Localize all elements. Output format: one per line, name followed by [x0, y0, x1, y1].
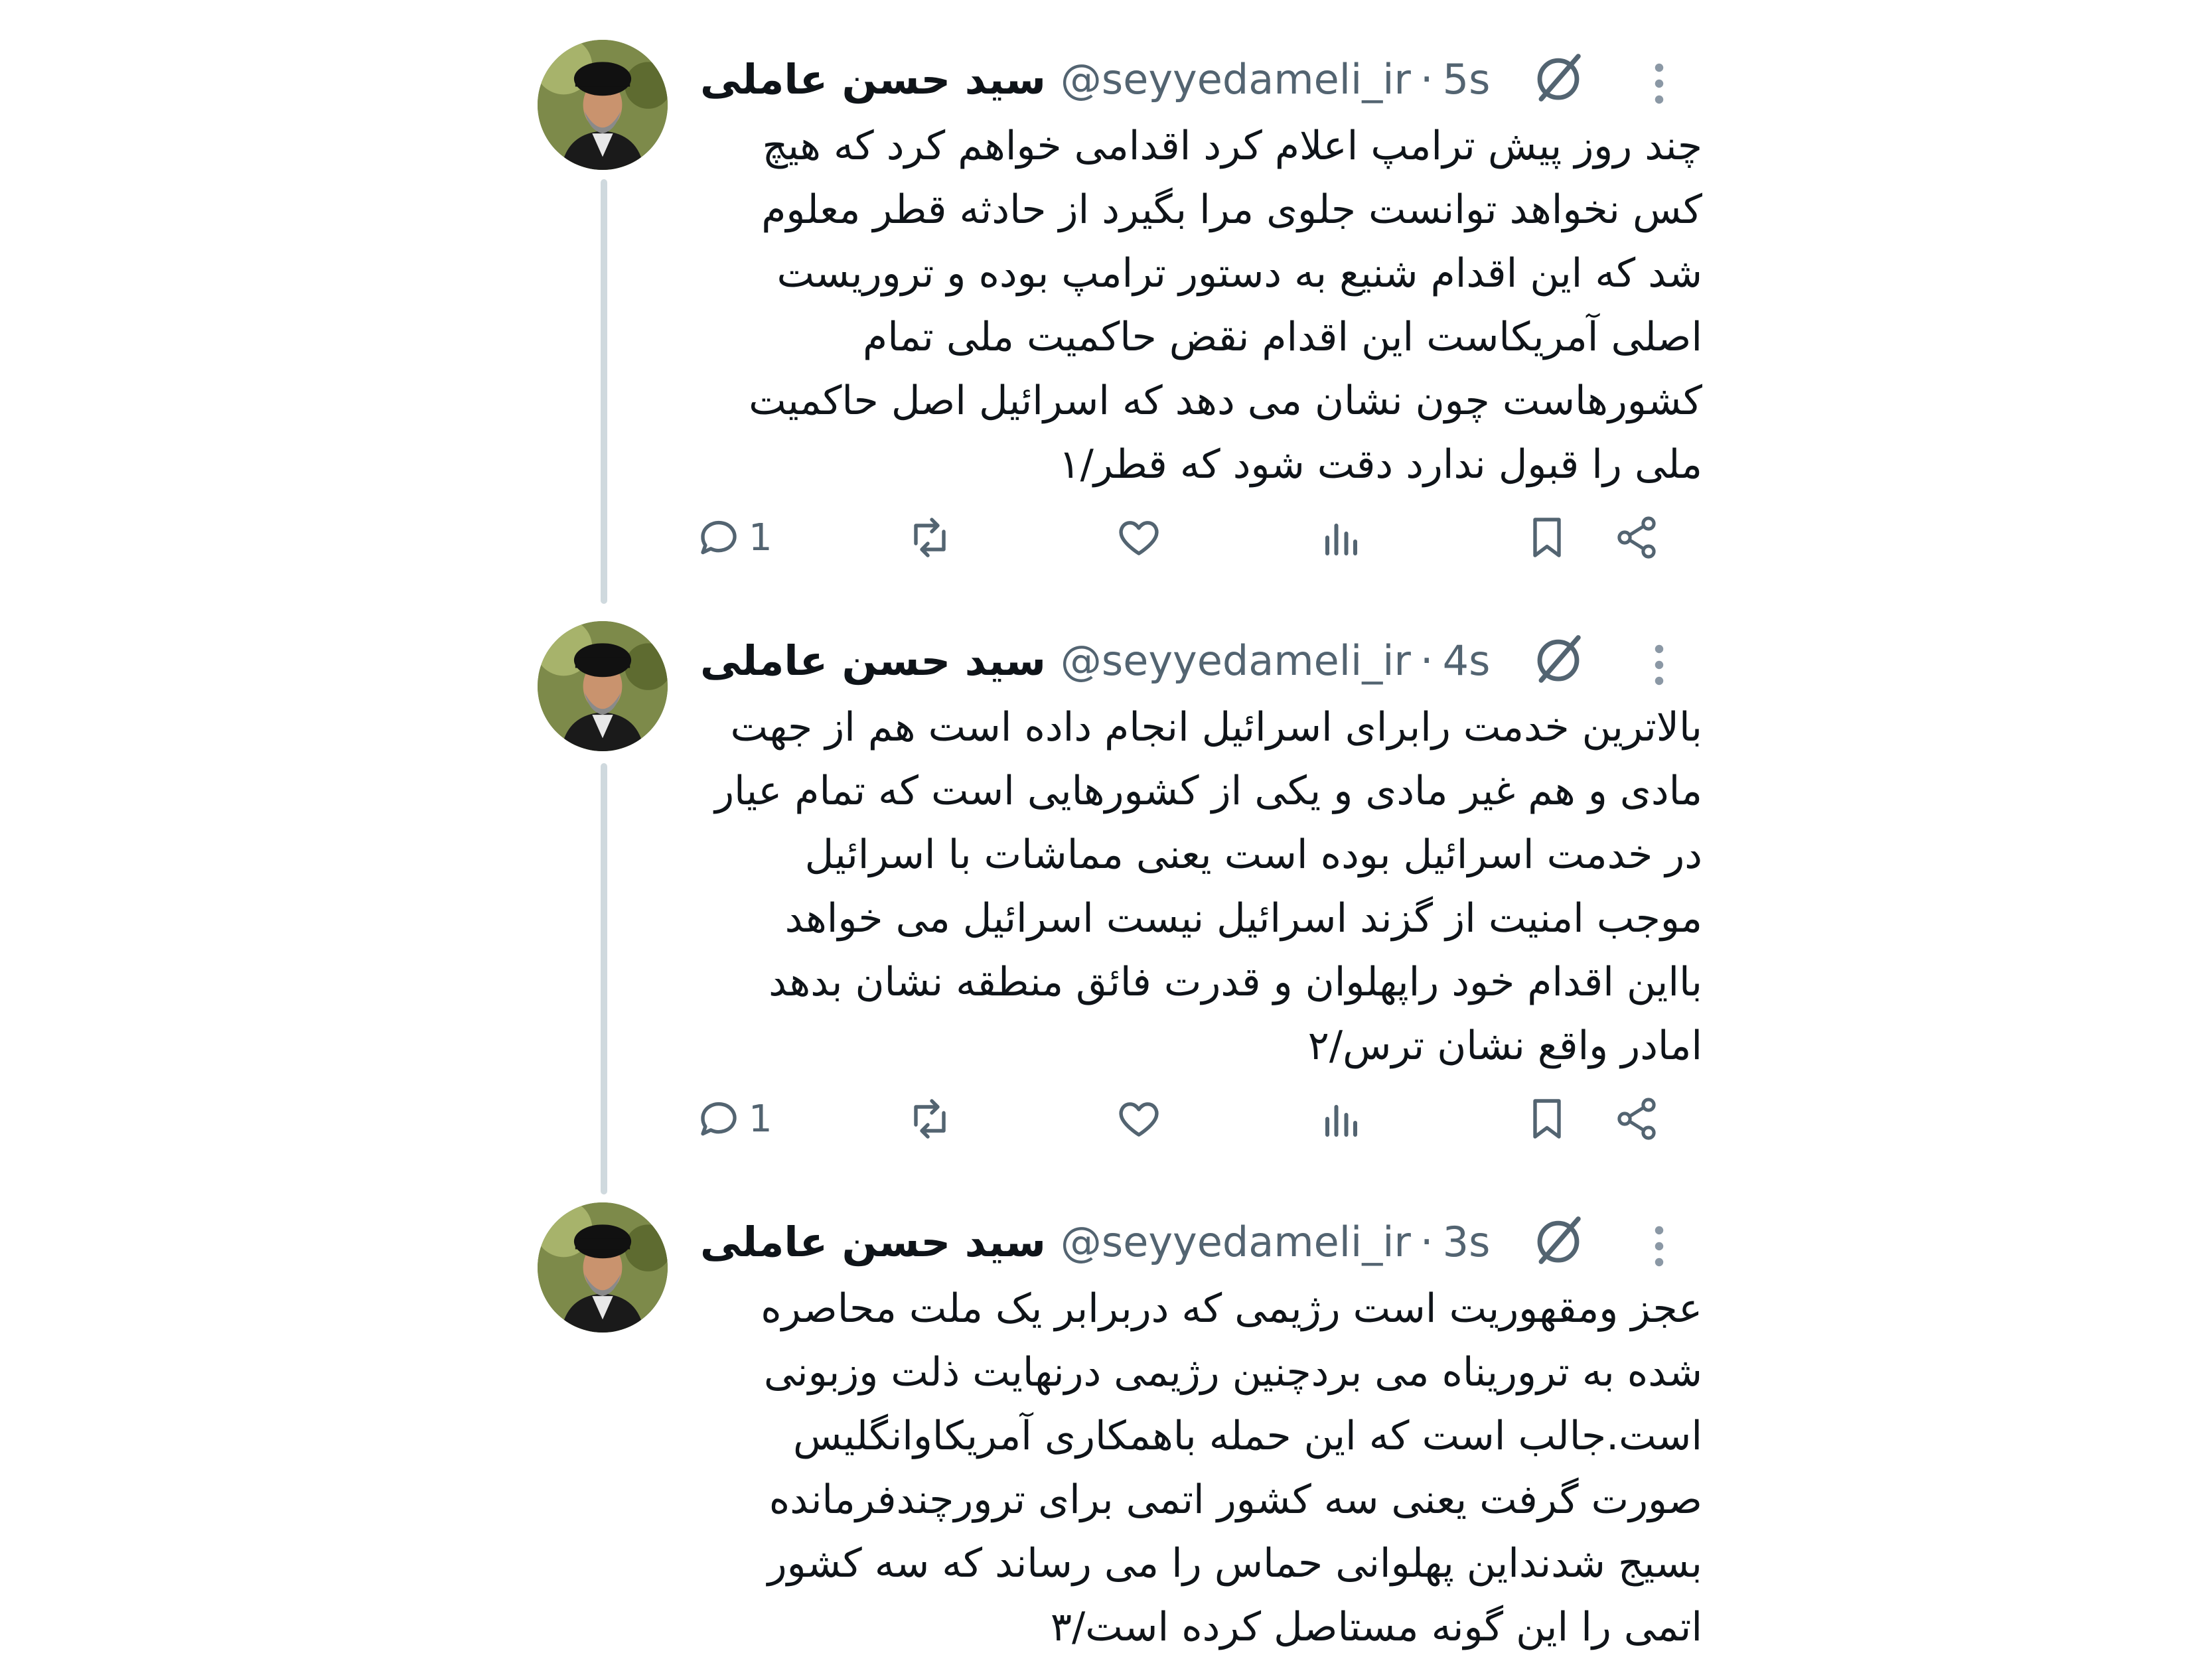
author-handle[interactable]: @seyyedameli_ir	[1061, 636, 1411, 685]
tweet-header: سید حسن عاملی @seyyedameli_ir · 3s	[700, 1205, 1490, 1278]
views-button[interactable]	[1317, 1095, 1365, 1143]
tweet-text-line: است.جالب است که این حمله باهمکاری آمریکا…	[792, 1413, 1702, 1459]
reply-count: 1	[749, 516, 773, 559]
like-icon	[1119, 521, 1159, 555]
separator-dot: ·	[1420, 54, 1434, 104]
author-handle[interactable]: @seyyedameli_ir	[1061, 1218, 1411, 1266]
tweet-text-line: عجز ومقهوریت است رژیمی که دربرابر یک ملت…	[761, 1285, 1702, 1332]
tweet-text-line: موجب امنیت از گزند اسرائیل نیست اسرائیل …	[784, 895, 1702, 942]
bookmark-icon	[1533, 518, 1561, 557]
retweet-icon	[914, 1099, 946, 1139]
tweet-text-line: شد که این اقدام شنیع به دستور ترامپ بوده…	[776, 250, 1702, 297]
reply-button[interactable]: 1	[697, 514, 773, 561]
like-icon	[1119, 1102, 1159, 1137]
grok-icon[interactable]	[1530, 49, 1587, 106]
reply-count: 1	[749, 1097, 773, 1141]
avatar-photo-icon	[538, 621, 668, 751]
tweet-text-line: کس نخواهد توانست جلوی مرا بگیرد از حادثه…	[761, 186, 1702, 233]
tweet-actions: 1	[697, 1086, 1679, 1152]
author-name[interactable]: سید حسن عاملی	[700, 636, 1046, 685]
more-options-icon[interactable]	[1651, 60, 1667, 108]
avatar[interactable]	[538, 40, 668, 170]
share-icon	[1617, 1098, 1656, 1140]
thread-connector-line	[601, 763, 607, 1194]
timestamp[interactable]: 5s	[1443, 55, 1491, 104]
share-button[interactable]	[1613, 514, 1660, 561]
grok-icon[interactable]	[1530, 1212, 1587, 1269]
tweet-text: بالاترین خدمت رابرای اسرائیل انجام داده …	[690, 695, 1702, 1078]
tweet-header: سید حسن عاملی @seyyedameli_ir · 5s	[700, 42, 1490, 115]
tweet-text-line: اتمی را این گونه مستاصل کرده است/۳	[1050, 1604, 1702, 1650]
retweet-button[interactable]	[906, 1095, 954, 1143]
tweet-text-line: چند روز پیش ترامپ اعلام کرد اقدامی خواهم…	[762, 123, 1702, 169]
bookmark-icon	[1533, 1099, 1561, 1139]
author-name[interactable]: سید حسن عاملی	[700, 1218, 1046, 1266]
share-icon	[1617, 516, 1656, 559]
thread-connector-line	[601, 179, 607, 604]
tweet-text-line: بالاترین خدمت رابرای اسرائیل انجام داده …	[730, 704, 1702, 751]
tweet-text-line: شده به تروریناه می بردچنین رژیمی درنهایت…	[763, 1349, 1702, 1396]
like-button[interactable]	[1115, 1095, 1163, 1143]
tweet-text: عجز ومقهوریت است رژیمی که دربرابر یک ملت…	[690, 1277, 1702, 1659]
reply-icon	[701, 1102, 737, 1136]
avatar[interactable]	[538, 1202, 668, 1333]
avatar-photo-icon	[538, 40, 668, 170]
tweet-text-line: صورت گرفت یعنی سه کشور اتمی برای ترورچند…	[769, 1477, 1702, 1523]
timestamp[interactable]: 4s	[1443, 636, 1491, 685]
avatar-photo-icon	[538, 1202, 668, 1333]
separator-dot: ·	[1420, 1217, 1434, 1266]
tweet-actions: 1	[697, 504, 1679, 571]
views-icon	[1325, 1105, 1357, 1137]
avatar[interactable]	[538, 621, 668, 751]
more-options-icon[interactable]	[1651, 641, 1667, 689]
tweet-text-line: کشورهاست چون نشان می دهد که اسرائیل اصل …	[749, 378, 1702, 424]
tweet-text-line: بااین اقدام خود راپهلوان و قدرت فائق منط…	[769, 959, 1702, 1005]
bookmark-button[interactable]	[1523, 1095, 1571, 1143]
like-button[interactable]	[1115, 514, 1163, 561]
tweet-text-line: مادی و هم غیر مادی و یکی از کشورهایی است…	[715, 768, 1702, 814]
timestamp[interactable]: 3s	[1443, 1218, 1491, 1266]
share-button[interactable]	[1613, 1095, 1660, 1143]
more-options-icon[interactable]	[1651, 1222, 1667, 1270]
grok-icon[interactable]	[1530, 630, 1587, 687]
retweet-button[interactable]	[906, 514, 954, 561]
reply-icon	[701, 520, 737, 555]
tweet-text: چند روز پیش ترامپ اعلام کرد اقدامی خواهم…	[690, 114, 1702, 496]
tweet-text-line: امادر واقع نشان ترس/۲	[1307, 1023, 1702, 1069]
views-button[interactable]	[1317, 514, 1365, 561]
tweet-text-line: بسیج شدنداین پهلوانی حماس را می رساند که…	[767, 1540, 1702, 1587]
reply-button[interactable]: 1	[697, 1095, 773, 1143]
author-handle[interactable]: @seyyedameli_ir	[1061, 55, 1411, 104]
retweet-icon	[914, 518, 946, 557]
views-icon	[1325, 524, 1357, 555]
tweet-text-line: اصلی آمریکاست این اقدام نقض حاکمیت ملی ت…	[863, 314, 1702, 360]
bookmark-button[interactable]	[1523, 514, 1571, 561]
tweet-text-line: ملی را قبول ندارد دقت شود که قطر/۱	[1059, 441, 1702, 488]
tweet-header: سید حسن عاملی @seyyedameli_ir · 4s	[700, 624, 1490, 697]
author-name[interactable]: سید حسن عاملی	[700, 55, 1046, 104]
separator-dot: ·	[1420, 636, 1434, 685]
tweet-text-line: در خدمت اسرائیل بوده است یعنی مماشات با …	[804, 831, 1702, 878]
